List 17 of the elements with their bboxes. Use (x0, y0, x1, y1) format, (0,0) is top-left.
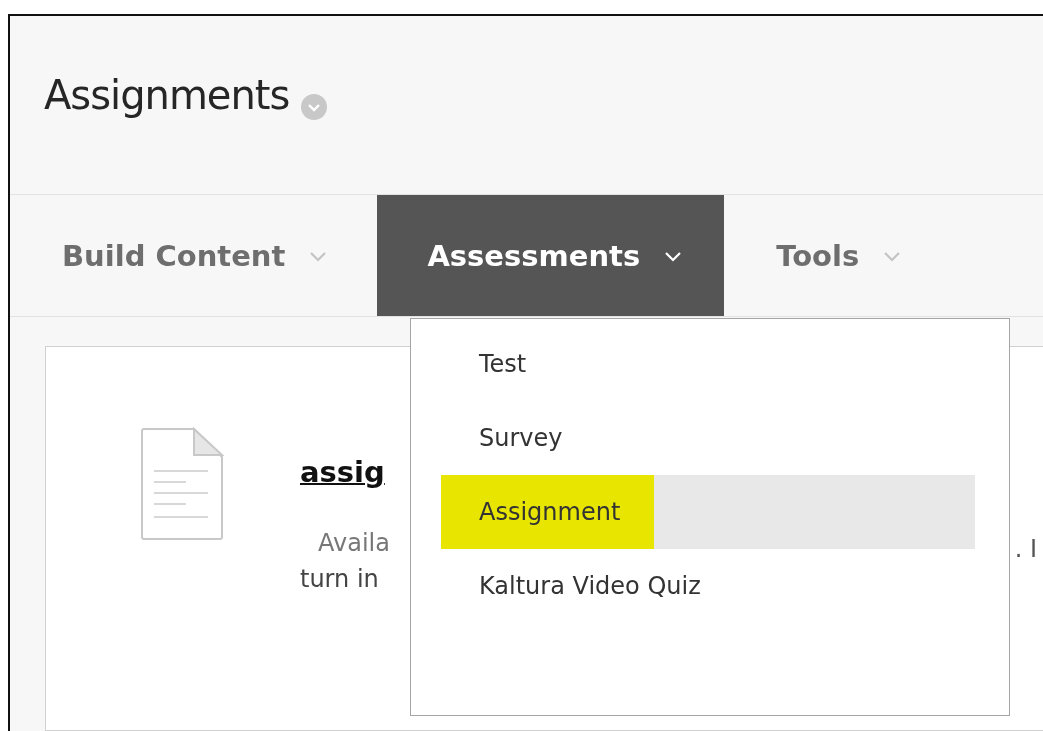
menu-tab[interactable]: Tools (724, 195, 952, 316)
menu-item[interactable]: Kaltura Video Quiz (441, 549, 975, 623)
caret-icon (309, 249, 328, 262)
description-text: Availa (317, 529, 390, 557)
description-text: . I (1014, 535, 1037, 563)
menu-tab[interactable]: Build Content (10, 195, 378, 316)
caret-icon (664, 249, 683, 262)
caret-icon (883, 249, 902, 262)
menu-item[interactable]: Assignment (441, 475, 975, 549)
menu-item[interactable]: Test (441, 327, 975, 401)
assignment-link[interactable]: assig (300, 455, 390, 489)
description-text: turn in (300, 565, 380, 593)
page-title: Assignments (44, 72, 290, 118)
document-icon (140, 427, 224, 541)
menu-tab[interactable]: Assessments (377, 195, 725, 316)
chevron-down-icon[interactable] (301, 94, 328, 120)
menu-item[interactable]: Survey (441, 401, 975, 475)
